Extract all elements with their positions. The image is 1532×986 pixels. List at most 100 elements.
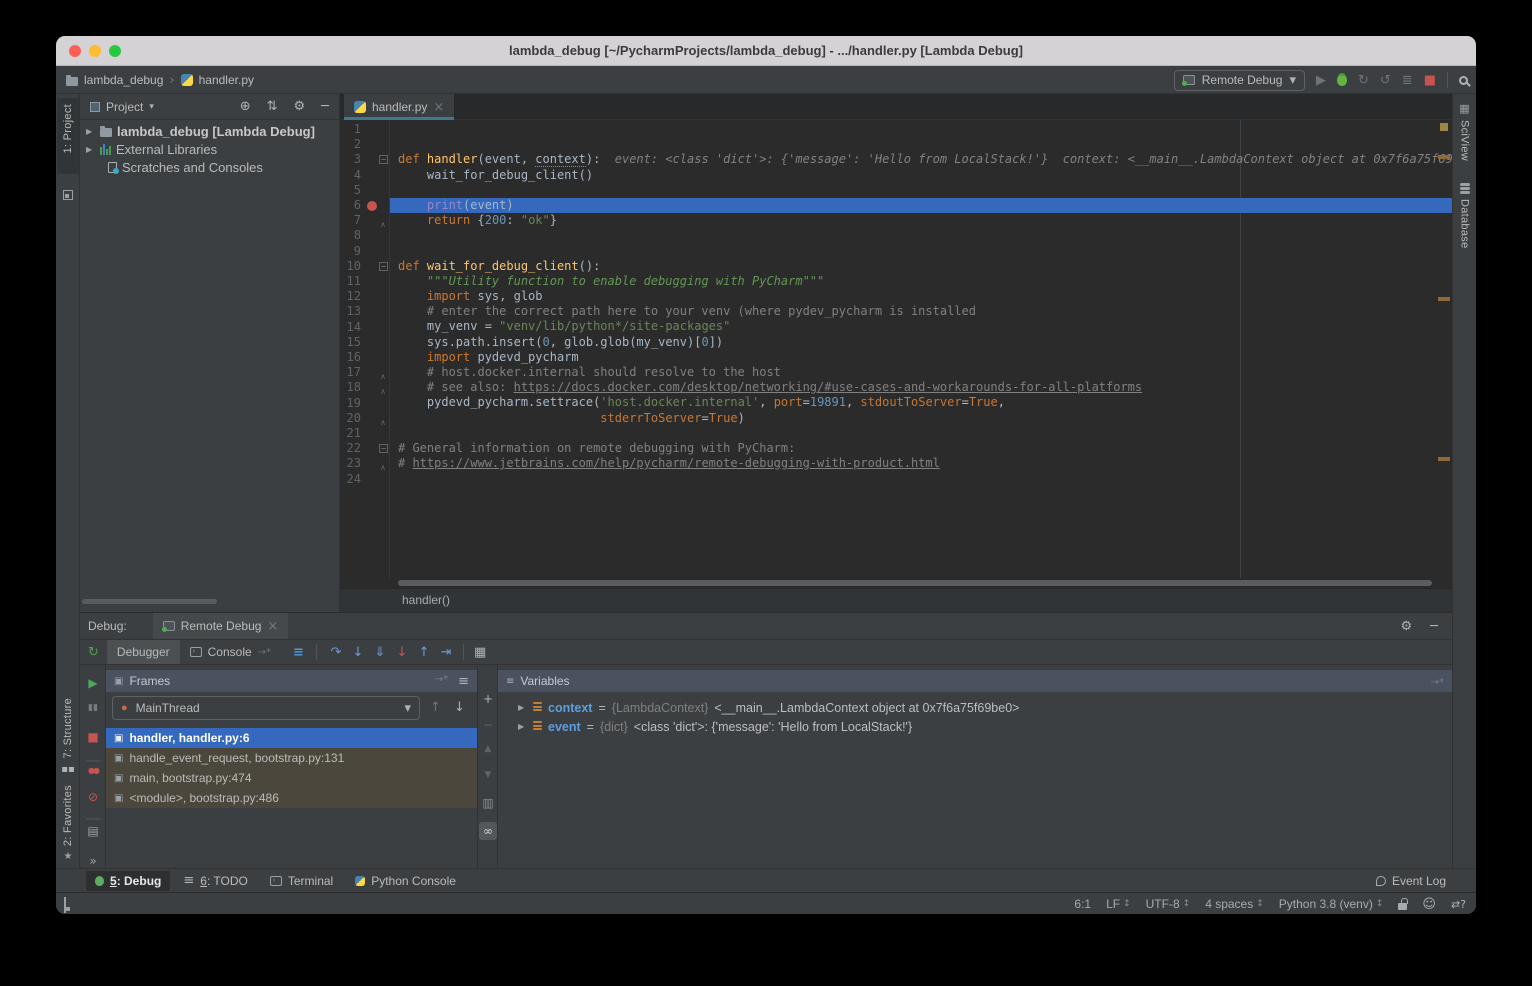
toolwindow-button-debug[interactable]: 5: Debug xyxy=(86,871,170,891)
code-line-5[interactable] xyxy=(390,183,1452,198)
code-line-19[interactable]: pydevd_pycharm.settrace('host.docker.int… xyxy=(390,395,1452,410)
project-panel-title[interactable]: Project xyxy=(106,100,143,114)
toolwindow-switcher-icon[interactable] xyxy=(64,897,66,913)
lock-icon[interactable] xyxy=(1398,903,1407,910)
code-line-10[interactable]: def wait_for_debug_client(): xyxy=(390,259,1452,274)
code-line-15[interactable]: sys.path.insert(0, glob.glob(my_venv)[0]… xyxy=(390,335,1452,350)
variables-pin-icon[interactable]: →* xyxy=(1431,677,1444,688)
tool-stripe-project[interactable]: 1: Project xyxy=(57,98,79,174)
highlighting-level-icon[interactable]: ☺ xyxy=(1422,897,1436,912)
code-line-20[interactable]: stderrToServer=True) xyxy=(390,411,1452,426)
code-line-1[interactable] xyxy=(390,122,1452,137)
code-line-6[interactable]: print(event) xyxy=(390,198,1452,213)
warning-stripe-mark[interactable] xyxy=(1438,297,1450,301)
restore-layout-icon[interactable]: ▤ xyxy=(80,824,106,838)
resume-program-icon[interactable]: ▶ xyxy=(80,676,106,690)
tree-item-0[interactable]: ▶lambda_debug [Lambda Debug] xyxy=(80,122,339,140)
tab-console[interactable]: › Console →* xyxy=(180,640,281,664)
toolwindow-button-pythonconsole[interactable]: Python Console xyxy=(346,871,465,891)
next-frame-icon[interactable]: ↓ xyxy=(454,700,465,715)
project-horizontal-scrollbar[interactable] xyxy=(82,599,217,604)
code-line-2[interactable] xyxy=(390,137,1452,152)
toolwindow-button-terminal[interactable]: ›Terminal xyxy=(261,871,342,891)
code-line-24[interactable] xyxy=(390,471,1452,486)
sync-status-icon[interactable]: ⇄? xyxy=(1451,898,1466,911)
step-out-icon[interactable]: ↑ xyxy=(413,645,435,660)
code-line-16[interactable]: import pydevd_pycharm xyxy=(390,350,1452,365)
status-widget-61[interactable]: 6:1 xyxy=(1074,897,1091,911)
toolwindow-button-todo[interactable]: ≡6: TODO xyxy=(174,871,257,891)
frames-pin-icon[interactable]: →* xyxy=(435,674,448,689)
close-session-icon[interactable]: × xyxy=(267,619,278,634)
fold-collapse-icon[interactable]: − xyxy=(379,155,388,164)
editor-breadcrumb[interactable]: handler() xyxy=(340,588,1452,612)
locate-file-icon[interactable]: ⊕ xyxy=(240,99,251,114)
editor-horizontal-scrollbar[interactable] xyxy=(398,580,1432,586)
tool-stripe-structure[interactable]: 7: Structure▪▪ xyxy=(61,698,75,774)
view-breakpoints-icon[interactable]: ●● xyxy=(80,766,106,775)
coverage-button[interactable]: ↺ xyxy=(1380,73,1391,88)
remove-watch-icon[interactable]: − xyxy=(478,718,498,732)
close-tab-icon[interactable]: × xyxy=(433,100,444,115)
variable-row-context[interactable]: ▶context = {LambdaContext} <__main__.Lam… xyxy=(518,698,1452,717)
warning-stripe-mark[interactable] xyxy=(1438,457,1450,461)
tool-stripe-database[interactable]: Database xyxy=(1459,183,1471,249)
debug-settings-icon[interactable]: ⚙ xyxy=(1401,619,1413,634)
run-configuration-select[interactable]: Remote Debug ▾ xyxy=(1174,70,1305,91)
frames-menu-icon[interactable]: ≡ xyxy=(458,674,469,689)
breadcrumb-project[interactable]: lambda_debug xyxy=(84,73,163,87)
stack-frame-0[interactable]: ▣handler, handler.py:6 xyxy=(106,728,477,748)
expand-arrow-icon[interactable]: ▶ xyxy=(518,703,527,712)
evaluate-expression-icon[interactable]: ▦ xyxy=(474,645,486,660)
warning-stripe-mark[interactable] xyxy=(1438,155,1450,159)
code-line-4[interactable]: wait_for_debug_client() xyxy=(390,168,1452,183)
code-line-11[interactable]: """Utility function to enable debugging … xyxy=(390,274,1452,289)
dropped-toolwindow-icon[interactable] xyxy=(63,190,73,200)
breadcrumb-file[interactable]: handler.py xyxy=(199,73,254,87)
layout-settings-icon[interactable]: ≡ xyxy=(293,645,304,660)
previous-frame-icon[interactable]: ↑ xyxy=(430,700,441,715)
expand-arrow-icon[interactable]: ▶ xyxy=(518,722,527,731)
mute-breakpoints-icon[interactable]: ⊘ xyxy=(80,790,106,804)
add-watch-icon[interactable]: + xyxy=(478,692,498,706)
show-watches-icon[interactable]: ∞ xyxy=(479,822,497,840)
code-line-3[interactable]: def handler(event, context): event: <cla… xyxy=(390,152,1452,167)
fold-collapse-icon[interactable]: − xyxy=(379,262,388,271)
panel-settings-icon[interactable]: ⚙ xyxy=(294,99,306,114)
debug-button[interactable] xyxy=(1337,74,1347,86)
thread-selector[interactable]: ● MainThread ▾ xyxy=(112,696,420,720)
fold-end-icon[interactable]: ∧ xyxy=(380,369,386,384)
stack-frame-2[interactable]: ▣main, bootstrap.py:474 xyxy=(106,768,477,788)
fold-end-icon[interactable]: ∧ xyxy=(380,460,386,475)
code-line-12[interactable]: import sys, glob xyxy=(390,289,1452,304)
variable-row-event[interactable]: ▶event = {dict} <class 'dict'>: {'messag… xyxy=(518,717,1452,736)
dropdown-arrow-icon[interactable]: ▾ xyxy=(149,102,154,112)
stack-frame-3[interactable]: ▣<module>, bootstrap.py:486 xyxy=(106,788,477,808)
attach-profiler-button[interactable]: ↻ xyxy=(1358,73,1369,88)
event-log-button[interactable]: Event Log xyxy=(1376,874,1446,888)
fold-end-icon[interactable]: ∧ xyxy=(380,217,386,232)
move-up-icon[interactable]: ▲ xyxy=(478,744,498,754)
duplicate-watch-icon[interactable]: ▥ xyxy=(478,796,498,810)
status-widget-lf[interactable]: LF↕ xyxy=(1106,897,1131,911)
hide-panel-icon[interactable]: ─ xyxy=(321,99,329,114)
hide-debug-panel-icon[interactable]: ─ xyxy=(1430,619,1438,634)
rerun-debug-icon[interactable]: ↻ xyxy=(88,645,99,660)
tree-item-2[interactable]: Scratches and Consoles xyxy=(80,158,339,176)
tab-debugger[interactable]: Debugger xyxy=(107,640,180,664)
editor-code-area[interactable]: 123456789101112131415161718192021222324−… xyxy=(340,120,1452,578)
code-line-14[interactable]: my_venv = "venv/lib/python*/site-package… xyxy=(390,319,1452,334)
code-line-22[interactable]: # General information on remote debuggin… xyxy=(390,441,1452,456)
pause-program-icon[interactable]: ▮▮ xyxy=(80,703,106,713)
collapse-all-icon[interactable]: ⇅ xyxy=(267,99,278,114)
status-widget-4spaces[interactable]: 4 spaces↕ xyxy=(1205,897,1264,911)
step-into-icon[interactable]: ↓ xyxy=(347,645,369,660)
tool-stripe-sciview[interactable]: ▦SciView xyxy=(1459,102,1471,161)
status-widget-utf8[interactable]: UTF-8↕ xyxy=(1146,897,1191,911)
run-to-cursor-icon[interactable]: ⇥ xyxy=(435,645,457,660)
fold-end-icon[interactable]: ∧ xyxy=(380,384,386,399)
search-everywhere-icon[interactable] xyxy=(1459,76,1468,85)
code-line-18[interactable]: # see also: https://docs.docker.com/desk… xyxy=(390,380,1452,395)
code-line-17[interactable]: # host.docker.internal should resolve to… xyxy=(390,365,1452,380)
stop-button[interactable]: ■ xyxy=(1424,73,1436,88)
